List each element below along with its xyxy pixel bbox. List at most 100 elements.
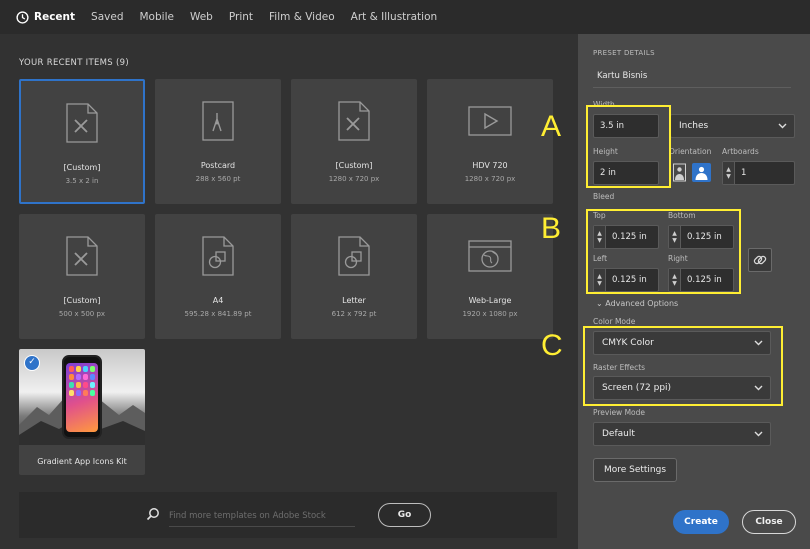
stepper-arrows[interactable]: ▲ ▼ <box>669 226 681 248</box>
link-bleed-button[interactable] <box>748 248 772 272</box>
tab-film-video[interactable]: Film & Video <box>269 0 335 34</box>
width-field[interactable]: 3.5 in <box>593 114 659 138</box>
link-icon <box>753 255 767 265</box>
artboards-stepper[interactable]: ▲ ▼ 1 <box>722 161 795 185</box>
bleed-top-stepper[interactable]: ▲ ▼ 0.125 in <box>593 225 659 249</box>
go-button[interactable]: Go <box>378 503 431 527</box>
color-mode-select[interactable]: CMYK Color <box>593 331 771 355</box>
item-size: 595.28 x 841.89 pt <box>184 310 252 318</box>
bleed-top-value: 0.125 in <box>612 232 647 242</box>
brush-doc-icon <box>66 236 98 276</box>
item-name: HDV 720 <box>472 161 508 170</box>
item-size: 612 x 792 pt <box>331 310 377 318</box>
height-field[interactable]: 2 in <box>593 161 659 185</box>
decrease-icon[interactable]: ▼ <box>597 237 602 244</box>
stock-search-input[interactable] <box>169 505 355 527</box>
item-name: [Custom] <box>335 161 373 170</box>
bleed-left-label: Left <box>593 254 608 263</box>
annotation-c: C <box>541 329 563 362</box>
recent-item-custom-3-5x2[interactable]: [Custom] 3.5 x 2 in <box>19 79 145 204</box>
item-size: 1280 x 720 px <box>328 175 380 183</box>
recent-count: (9) <box>116 58 129 68</box>
template-gradient-app-icons-kit[interactable]: ✓ Gradient App Icons Kit <box>19 349 145 475</box>
tab-art-illustration[interactable]: Art & Illustration <box>351 0 438 34</box>
recent-item-postcard[interactable]: Postcard 288 x 560 pt <box>155 79 281 204</box>
annotation-a: A <box>541 110 562 143</box>
item-size: 1920 x 1080 px <box>462 310 518 318</box>
recent-item-custom-500x500[interactable]: [Custom] 500 x 500 px <box>19 214 145 339</box>
increase-icon[interactable]: ▲ <box>597 273 602 280</box>
item-name: Letter <box>342 296 366 305</box>
brush-doc-icon <box>338 101 370 141</box>
decrease-icon[interactable]: ▼ <box>672 237 677 244</box>
artboards-value: 1 <box>741 168 747 178</box>
decrease-icon[interactable]: ▼ <box>672 280 677 287</box>
bleed-right-stepper[interactable]: ▲ ▼ 0.125 in <box>668 268 734 292</box>
template-name: Gradient App Icons Kit <box>37 457 127 466</box>
landscape-orientation-icon[interactable] <box>692 163 711 182</box>
stepper-arrows[interactable]: ▲ ▼ <box>594 269 606 291</box>
decrease-icon[interactable]: ▼ <box>726 173 731 180</box>
chevron-down-icon <box>754 385 763 391</box>
bleed-left-stepper[interactable]: ▲ ▼ 0.125 in <box>593 268 659 292</box>
item-size: 3.5 x 2 in <box>65 177 99 185</box>
recent-item-hdv-720[interactable]: HDV 720 1280 x 720 px <box>427 79 553 204</box>
artboards-label: Artboards <box>722 147 759 156</box>
item-name: [Custom] <box>63 296 101 305</box>
play-icon <box>468 106 512 136</box>
tab-label: Recent <box>34 11 76 23</box>
bleed-right-value: 0.125 in <box>687 275 722 285</box>
recent-title: YOUR RECENT ITEMS <box>19 58 113 68</box>
recent-item-custom-1280x720[interactable]: [Custom] 1280 x 720 px <box>291 79 417 204</box>
bleed-label: Bleed <box>593 192 615 201</box>
units-select[interactable]: Inches <box>670 114 795 138</box>
tab-label: Saved <box>91 11 124 23</box>
item-name: Web-Large <box>468 296 512 305</box>
orientation-label: Orientation <box>669 147 712 156</box>
preview-mode-label: Preview Mode <box>593 408 646 417</box>
advanced-options-toggle[interactable]: ⌄ Advanced Options <box>596 299 678 308</box>
increase-icon[interactable]: ▲ <box>726 166 731 173</box>
close-button[interactable]: Close <box>742 510 796 534</box>
bleed-bottom-stepper[interactable]: ▲ ▼ 0.125 in <box>668 225 734 249</box>
decrease-icon[interactable]: ▼ <box>597 280 602 287</box>
stepper-arrows[interactable]: ▲ ▼ <box>669 269 681 291</box>
bleed-bottom-label: Bottom <box>668 211 696 220</box>
tab-saved[interactable]: Saved <box>91 0 123 34</box>
units-value: Inches <box>679 121 709 131</box>
raster-effects-select[interactable]: Screen (72 ppi) <box>593 376 771 400</box>
tab-label: Mobile <box>139 11 174 23</box>
chevron-down-icon <box>778 123 787 129</box>
tab-print[interactable]: Print <box>229 0 253 34</box>
item-name: [Custom] <box>63 163 101 172</box>
increase-icon[interactable]: ▲ <box>672 230 677 237</box>
pen-doc-icon <box>202 101 234 141</box>
preset-details-title: PRESET DETAILS <box>593 49 655 57</box>
stepper-arrows[interactable]: ▲ ▼ <box>723 162 735 184</box>
preview-mode-select[interactable]: Default <box>593 422 771 446</box>
bleed-right-label: Right <box>668 254 688 263</box>
stepper-arrows[interactable]: ▲ ▼ <box>594 226 606 248</box>
tab-recent[interactable]: Recent <box>16 0 75 34</box>
create-button[interactable]: Create <box>673 510 729 534</box>
tab-mobile[interactable]: Mobile <box>140 0 174 34</box>
item-name: Postcard <box>200 161 236 170</box>
tab-web[interactable]: Web <box>190 0 213 34</box>
recent-item-letter[interactable]: Letter 612 x 792 pt <box>291 214 417 339</box>
color-mode-label: Color Mode <box>593 317 636 326</box>
more-settings-button[interactable]: More Settings <box>593 458 677 482</box>
raster-effects-value: Screen (72 ppi) <box>602 383 672 393</box>
recent-item-web-large[interactable]: Web-Large 1920 x 1080 px <box>427 214 553 339</box>
brush-doc-icon <box>66 103 98 143</box>
chevron-down-icon <box>754 431 763 437</box>
recent-item-a4[interactable]: A4 595.28 x 841.89 pt <box>155 214 281 339</box>
document-name-field[interactable] <box>593 64 791 88</box>
increase-icon[interactable]: ▲ <box>597 230 602 237</box>
checkmark-icon: ✓ <box>24 355 40 371</box>
item-size: 1280 x 720 px <box>464 175 516 183</box>
globe-browser-icon <box>468 240 512 272</box>
search-icon <box>146 508 159 521</box>
portrait-orientation-icon[interactable] <box>670 163 689 182</box>
increase-icon[interactable]: ▲ <box>672 273 677 280</box>
width-label: Width <box>593 100 615 109</box>
